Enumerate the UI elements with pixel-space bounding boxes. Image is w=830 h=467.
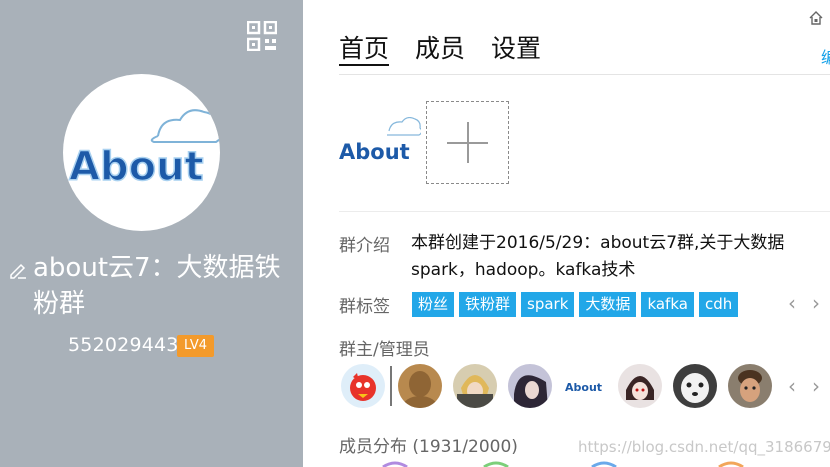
tags-prev-arrow-icon[interactable]: ‹ bbox=[785, 291, 799, 315]
intro-text: 本群创建于2016/5/29：about云7群,关于大数据 spark，hado… bbox=[411, 233, 785, 280]
about-logo-image: About bbox=[68, 109, 220, 191]
member-distribution-label: 成员分布 (1931/2000) bbox=[339, 437, 518, 457]
tab-members[interactable]: 成员 bbox=[415, 32, 465, 66]
edit-link[interactable]: 编 bbox=[821, 44, 830, 68]
group-number: 552029443 bbox=[68, 334, 179, 356]
watermark-text: https://blog.csdn.net/qq_31866793 bbox=[578, 438, 830, 456]
tag-item[interactable]: 铁粉群 bbox=[459, 292, 517, 317]
tab-divider bbox=[339, 74, 830, 75]
tag-item[interactable]: kafka bbox=[641, 292, 694, 317]
admin-logo-text: About bbox=[565, 381, 602, 394]
add-photo-button[interactable] bbox=[426, 101, 509, 184]
section-divider bbox=[339, 211, 830, 212]
admin-avatar-list: About bbox=[341, 364, 783, 408]
admin-avatar[interactable] bbox=[618, 364, 662, 408]
owner-admin-divider bbox=[390, 366, 392, 406]
tags-next-arrow-icon[interactable]: › bbox=[809, 291, 823, 315]
home-icon[interactable] bbox=[808, 10, 824, 26]
small-logo-text: About bbox=[339, 140, 410, 164]
tag-list: 粉丝 铁粉群 spark 大数据 kafka cdh bbox=[412, 292, 743, 317]
admins-next-arrow-icon[interactable]: › bbox=[809, 374, 823, 398]
distribution-chart-peek bbox=[382, 461, 744, 467]
tags-label: 群标签 bbox=[339, 297, 390, 317]
tag-item[interactable]: 大数据 bbox=[579, 292, 637, 317]
admins-prev-arrow-icon[interactable]: ‹ bbox=[785, 374, 799, 398]
tag-item[interactable]: spark bbox=[521, 292, 575, 317]
tab-settings[interactable]: 设置 bbox=[491, 32, 541, 66]
admin-avatar[interactable]: About bbox=[563, 364, 607, 408]
tag-item[interactable]: cdh bbox=[698, 292, 739, 317]
admin-avatar[interactable] bbox=[673, 364, 717, 408]
tab-bar: 首页 成员 设置 bbox=[339, 32, 567, 66]
intro-label: 群介绍 bbox=[339, 236, 390, 256]
level-badge: LV4 bbox=[177, 335, 214, 357]
admin-avatar[interactable] bbox=[398, 364, 442, 408]
admin-avatar[interactable] bbox=[728, 364, 772, 408]
admin-avatar[interactable] bbox=[508, 364, 552, 408]
qr-code-icon[interactable] bbox=[247, 21, 277, 51]
group-profile-panel: About about云7：大数据铁粉群 552029443 LV4 bbox=[0, 0, 303, 467]
group-avatar[interactable]: About bbox=[63, 74, 220, 231]
tab-home[interactable]: 首页 bbox=[339, 32, 390, 66]
admin-avatar[interactable] bbox=[453, 364, 497, 408]
group-info-panel: 编 首页 成员 设置 About 群介绍 本群创建于2016/5/29：abou… bbox=[303, 0, 830, 467]
group-photo-about[interactable]: About bbox=[339, 117, 421, 169]
admin-avatar-owner[interactable] bbox=[341, 364, 385, 408]
admins-label: 群主/管理员 bbox=[339, 340, 430, 360]
logo-text: About bbox=[69, 144, 204, 190]
group-name: about云7：大数据铁粉群 bbox=[33, 253, 281, 319]
tag-item[interactable]: 粉丝 bbox=[412, 292, 455, 317]
edit-pencil-icon[interactable] bbox=[8, 260, 28, 280]
